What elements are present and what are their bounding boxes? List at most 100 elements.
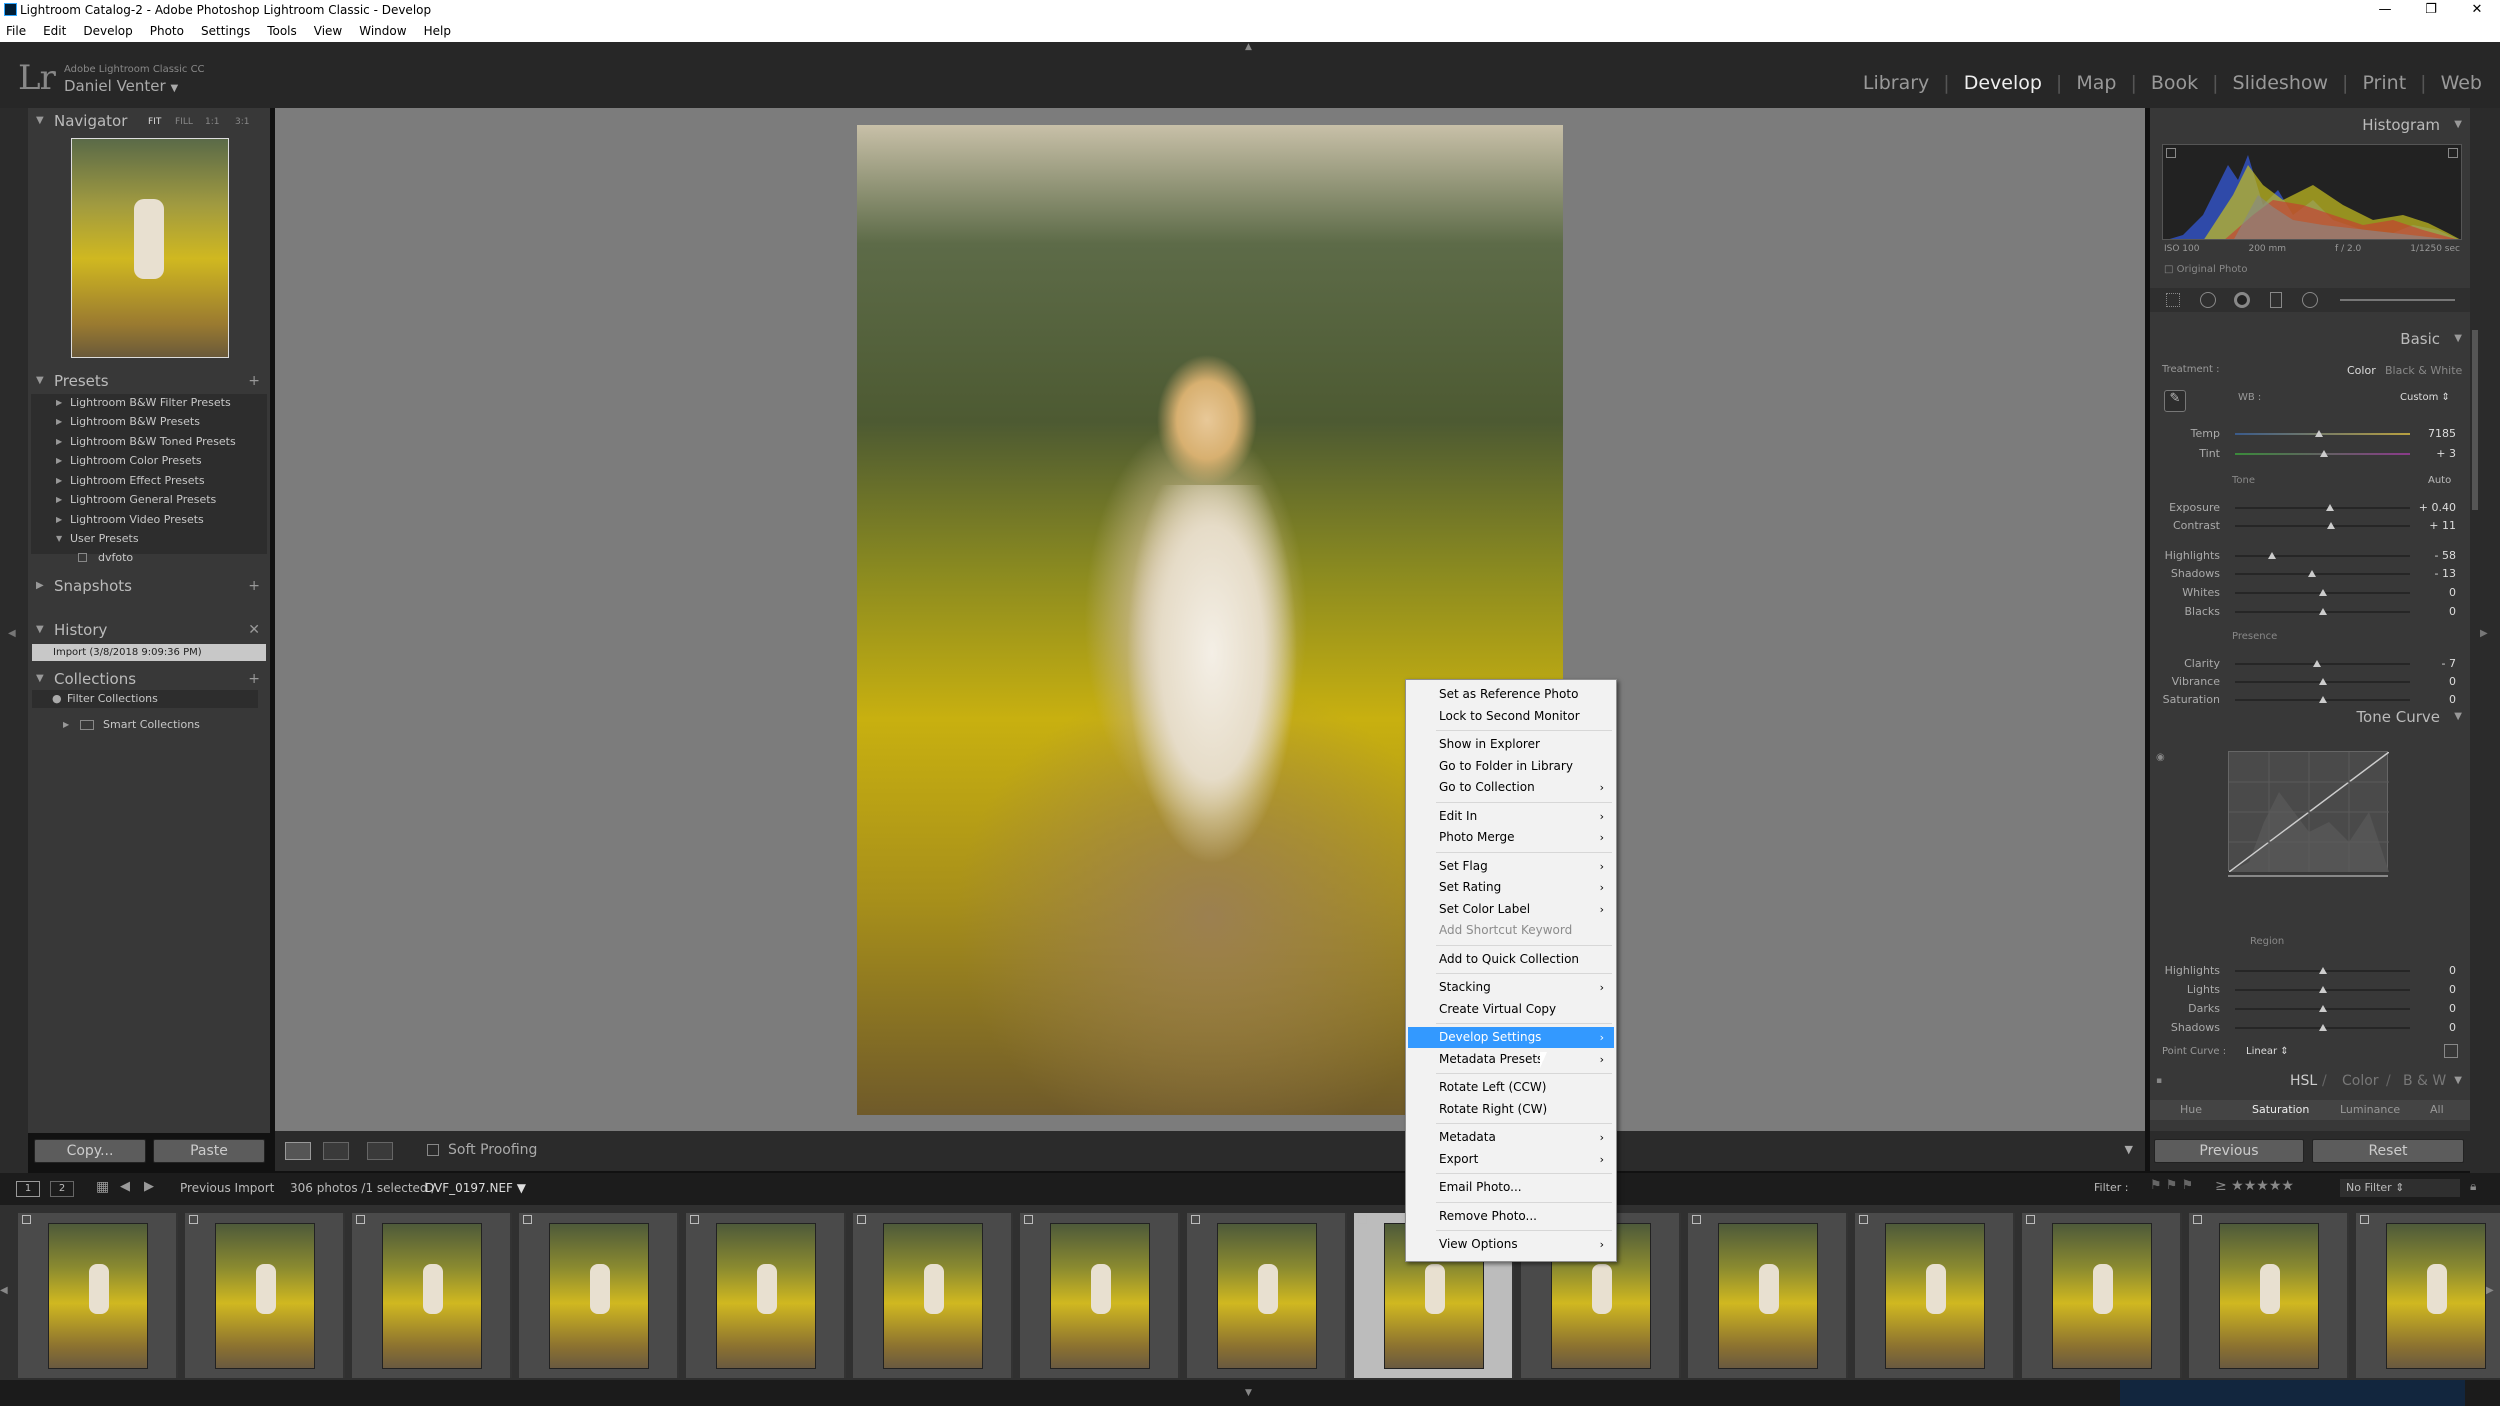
- slider-value[interactable]: + 0.40: [2419, 500, 2456, 516]
- menu-item-edit-in[interactable]: Edit In ›: [1408, 806, 1614, 827]
- menu-item-go-to-folder-in-library[interactable]: Go to Folder in Library: [1408, 756, 1614, 777]
- menu-item-rotate-left-ccw[interactable]: Rotate Left (CCW): [1408, 1077, 1614, 1098]
- red-eye-icon[interactable]: [2234, 292, 2250, 308]
- module-develop[interactable]: Develop: [1964, 72, 2042, 94]
- history-item[interactable]: Import (3/8/2018 9:09:36 PM): [32, 644, 266, 661]
- preset-folder[interactable]: ▶ Lightroom B&W Filter Presets: [28, 394, 270, 412]
- wb-dropdown[interactable]: Custom ⇕: [2400, 392, 2450, 403]
- before-after-icon[interactable]: [323, 1142, 349, 1160]
- menu-item-develop-settings[interactable]: Develop Settings ›: [1408, 1027, 1614, 1048]
- slider-knob[interactable]: [2318, 589, 2327, 596]
- navigator-header[interactable]: ▼ Navigator FIT FILL 1:1 3:1: [28, 110, 270, 132]
- shadow-clipping-toggle[interactable]: [2166, 148, 2176, 158]
- filmstrip-thumbnail[interactable]: [2022, 1213, 2182, 1378]
- slider-blacks[interactable]: Blacks 0: [2150, 604, 2470, 620]
- menu-item-export[interactable]: Export ›: [1408, 1149, 1614, 1170]
- slider-value[interactable]: 0: [2449, 1020, 2456, 1036]
- slider-vibrance[interactable]: Vibrance 0: [2150, 674, 2470, 690]
- slider-value[interactable]: - 58: [2435, 548, 2456, 564]
- collapse-left-panel-icon[interactable]: ◀: [8, 628, 16, 639]
- filmstrip-thumbnail[interactable]: [686, 1213, 846, 1378]
- yy-view-icon[interactable]: [367, 1142, 393, 1160]
- slider-value[interactable]: 7185: [2428, 426, 2456, 442]
- menu-item-email-photo[interactable]: Email Photo...: [1408, 1177, 1614, 1198]
- filter-collections[interactable]: ● Filter Collections: [32, 690, 258, 708]
- add-collection-icon[interactable]: +: [248, 668, 260, 690]
- region-split-bar[interactable]: [2228, 875, 2388, 877]
- menu-window[interactable]: Window: [359, 20, 406, 42]
- filmstrip-scroll-left-icon[interactable]: ◀: [0, 1285, 14, 1296]
- slider-clarity[interactable]: Clarity - 7: [2150, 656, 2470, 672]
- slider-value[interactable]: 0: [2449, 604, 2456, 620]
- module-print[interactable]: Print: [2362, 72, 2406, 94]
- slider-saturation[interactable]: Saturation 0: [2150, 692, 2470, 708]
- close-window-button[interactable]: ✕: [2454, 0, 2500, 20]
- slider-knob[interactable]: [2325, 504, 2334, 511]
- collections-header[interactable]: ▼ Collections +: [28, 668, 270, 690]
- menu-develop[interactable]: Develop: [83, 20, 132, 42]
- minimize-button[interactable]: —: [2362, 0, 2408, 20]
- filmstrip-thumbnail[interactable]: [185, 1213, 345, 1378]
- curve-slider-lights[interactable]: Lights 0: [2150, 982, 2470, 998]
- slider-value[interactable]: 0: [2449, 692, 2456, 708]
- slider-value[interactable]: + 11: [2429, 518, 2456, 534]
- menu-item-lock-to-second-monitor[interactable]: Lock to Second Monitor: [1408, 706, 1614, 727]
- preset-folder[interactable]: ▶ Lightroom B&W Presets: [28, 413, 270, 431]
- second-window-button[interactable]: 2: [50, 1181, 74, 1197]
- menu-file[interactable]: File: [6, 20, 26, 42]
- edit-point-curve-icon[interactable]: [2444, 1044, 2458, 1058]
- original-photo-toggle[interactable]: □ Original Photo: [2164, 264, 2247, 275]
- subtab-all[interactable]: All: [2430, 1100, 2444, 1120]
- slider-value[interactable]: 0: [2449, 585, 2456, 601]
- menu-help[interactable]: Help: [424, 20, 451, 42]
- subtab-hue[interactable]: Hue: [2180, 1100, 2202, 1120]
- maximize-button[interactable]: ❐: [2408, 0, 2454, 20]
- zoom-fill[interactable]: FILL: [175, 111, 193, 133]
- filter-preset-dropdown[interactable]: No Filter ⇕: [2340, 1179, 2460, 1197]
- filmstrip-thumbnail[interactable]: [352, 1213, 512, 1378]
- menu-item-metadata[interactable]: Metadata ›: [1408, 1127, 1614, 1148]
- menu-item-stacking[interactable]: Stacking ›: [1408, 977, 1614, 998]
- slider-knob[interactable]: [2318, 986, 2327, 993]
- slider-knob[interactable]: [2327, 522, 2336, 529]
- slider-track[interactable]: [2235, 507, 2410, 509]
- menu-view[interactable]: View: [314, 20, 342, 42]
- curve-slider-darks[interactable]: Darks 0: [2150, 1001, 2470, 1017]
- filmstrip-thumbnail[interactable]: [1020, 1213, 1180, 1378]
- slider-contrast[interactable]: Contrast + 11: [2150, 518, 2470, 534]
- slider-knob[interactable]: [2318, 1024, 2327, 1031]
- panel-switch-icon[interactable]: ▪: [2156, 1070, 2162, 1092]
- slider-knob[interactable]: [2318, 967, 2327, 974]
- auto-tone-button[interactable]: Auto: [2428, 475, 2451, 486]
- menu-item-go-to-collection[interactable]: Go to Collection ›: [1408, 777, 1614, 798]
- preset-item[interactable]: dvfoto: [28, 549, 270, 567]
- tone-curve-graph[interactable]: [2228, 751, 2390, 873]
- filmstrip-thumbnail[interactable]: [1855, 1213, 2015, 1378]
- menu-item-rotate-right-cw[interactable]: Rotate Right (CW): [1408, 1099, 1614, 1120]
- slider-knob[interactable]: [2318, 1005, 2327, 1012]
- treatment-bw[interactable]: Black & White: [2385, 364, 2462, 377]
- snapshots-header[interactable]: ▶ Snapshots +: [28, 575, 270, 597]
- slider-value[interactable]: 0: [2449, 674, 2456, 690]
- reset-button[interactable]: Reset: [2312, 1139, 2464, 1163]
- slider-knob[interactable]: [2318, 678, 2327, 685]
- module-book[interactable]: Book: [2151, 72, 2198, 94]
- slider-knob[interactable]: [2318, 608, 2327, 615]
- highlight-clipping-toggle[interactable]: [2448, 148, 2458, 158]
- clear-history-icon[interactable]: ✕: [248, 619, 260, 641]
- collapse-top-panel-icon[interactable]: ▲: [1245, 42, 1252, 52]
- menu-item-add-to-quick-collection[interactable]: Add to Quick Collection: [1408, 949, 1614, 970]
- slider-track[interactable]: [2235, 663, 2410, 665]
- slider-temp[interactable]: Temp 7185: [2150, 426, 2470, 442]
- preset-folder-user[interactable]: ▼ User Presets: [28, 530, 270, 548]
- filmstrip-thumbnail[interactable]: [2356, 1213, 2500, 1378]
- preset-folder[interactable]: ▶ Lightroom B&W Toned Presets: [28, 433, 270, 451]
- tab-hsl[interactable]: HSL: [2290, 1070, 2317, 1092]
- menu-item-set-as-reference-photo[interactable]: Set as Reference Photo: [1408, 684, 1614, 705]
- preset-folder[interactable]: ▶ Lightroom Video Presets: [28, 511, 270, 529]
- history-header[interactable]: ▼ History ✕: [28, 619, 270, 641]
- right-panel-scrollbar[interactable]: [2472, 330, 2478, 510]
- slider-whites[interactable]: Whites 0: [2150, 585, 2470, 601]
- slider-knob[interactable]: [2315, 430, 2323, 437]
- add-preset-icon[interactable]: +: [248, 370, 260, 392]
